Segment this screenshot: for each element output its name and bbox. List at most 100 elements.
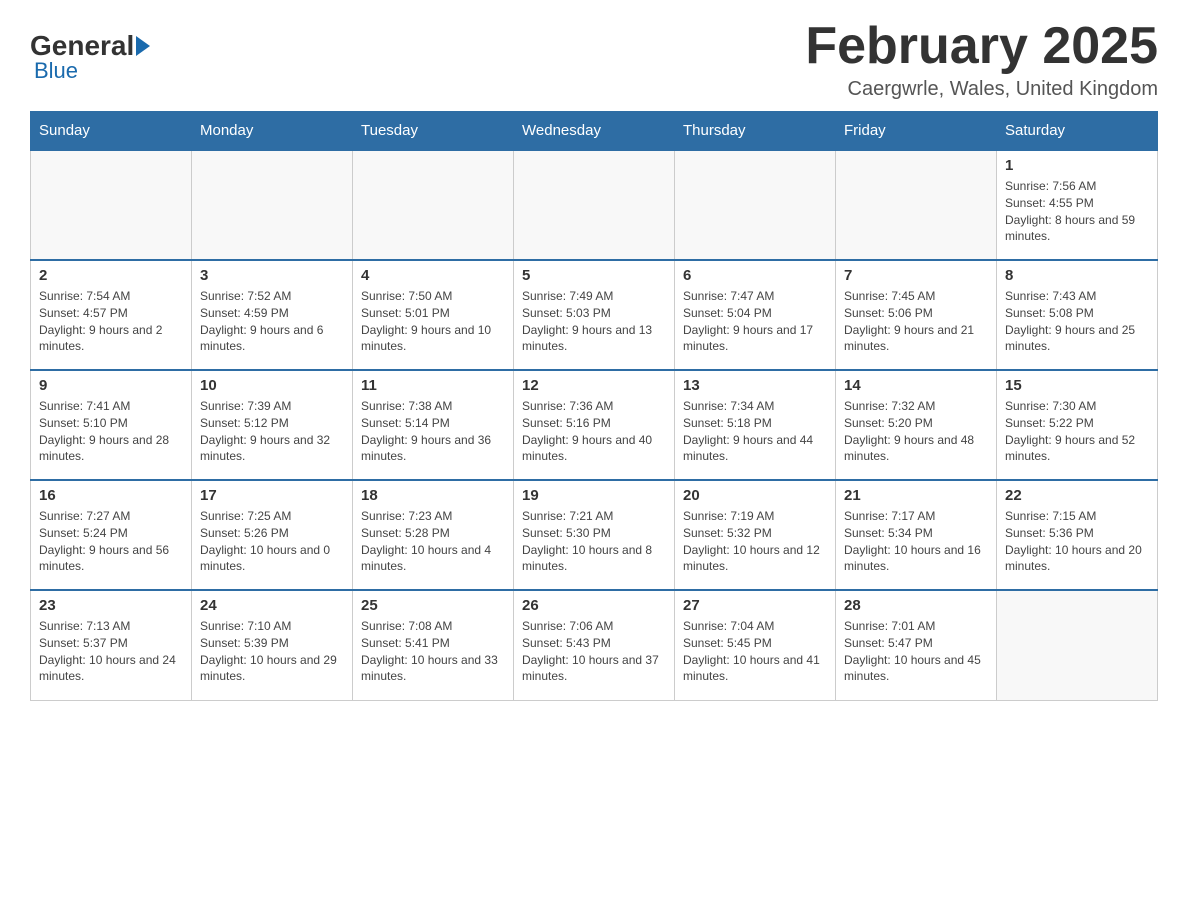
col-monday: Monday <box>192 112 353 151</box>
calendar-cell: 9 Sunrise: 7:41 AMSunset: 5:10 PMDaylight… <box>31 370 192 480</box>
day-info: Sunrise: 7:15 AMSunset: 5:36 PMDaylight:… <box>1005 508 1149 575</box>
day-number: 14 <box>844 377 988 394</box>
calendar-cell <box>675 150 836 260</box>
day-number: 22 <box>1005 487 1149 504</box>
day-info: Sunrise: 7:50 AMSunset: 5:01 PMDaylight:… <box>361 288 505 355</box>
day-info: Sunrise: 7:08 AMSunset: 5:41 PMDaylight:… <box>361 618 505 685</box>
day-info: Sunrise: 7:52 AMSunset: 4:59 PMDaylight:… <box>200 288 344 355</box>
day-info: Sunrise: 7:41 AMSunset: 5:10 PMDaylight:… <box>39 398 183 465</box>
calendar-cell: 17 Sunrise: 7:25 AMSunset: 5:26 PMDayligh… <box>192 480 353 590</box>
title-section: February 2025 Caergwrle, Wales, United K… <box>805 20 1158 101</box>
calendar-cell: 24Sunrise: 7:10 AMSunset: 5:39 PMDayligh… <box>192 590 353 700</box>
calendar-cell: 22 Sunrise: 7:15 AMSunset: 5:36 PMDayligh… <box>997 480 1158 590</box>
logo: General Blue <box>30 30 152 84</box>
day-number: 28 <box>844 597 988 614</box>
week-row-2: 2 Sunrise: 7:54 AMSunset: 4:57 PMDaylight… <box>31 260 1158 370</box>
day-number: 17 <box>200 487 344 504</box>
day-info: Sunrise: 7:36 AMSunset: 5:16 PMDaylight:… <box>522 398 666 465</box>
day-number: 4 <box>361 267 505 284</box>
logo-blue: Blue <box>34 58 78 83</box>
day-info: Sunrise: 7:39 AMSunset: 5:12 PMDaylight:… <box>200 398 344 465</box>
page-header: General Blue February 2025 Caergwrle, Wa… <box>30 20 1158 101</box>
day-info: Sunrise: 7:13 AMSunset: 5:37 PMDaylight:… <box>39 618 183 685</box>
calendar-cell: 15 Sunrise: 7:30 AMSunset: 5:22 PMDayligh… <box>997 370 1158 480</box>
day-info: Sunrise: 7:49 AMSunset: 5:03 PMDaylight:… <box>522 288 666 355</box>
col-wednesday: Wednesday <box>514 112 675 151</box>
day-number: 26 <box>522 597 666 614</box>
day-info: Sunrise: 7:21 AMSunset: 5:30 PMDaylight:… <box>522 508 666 575</box>
day-info: Sunrise: 7:27 AMSunset: 5:24 PMDaylight:… <box>39 508 183 575</box>
day-info: Sunrise: 7:54 AMSunset: 4:57 PMDaylight:… <box>39 288 183 355</box>
day-number: 5 <box>522 267 666 284</box>
day-number: 11 <box>361 377 505 394</box>
day-number: 16 <box>39 487 183 504</box>
col-tuesday: Tuesday <box>353 112 514 151</box>
calendar-cell: 8 Sunrise: 7:43 AMSunset: 5:08 PMDaylight… <box>997 260 1158 370</box>
day-info: Sunrise: 7:45 AMSunset: 5:06 PMDaylight:… <box>844 288 988 355</box>
day-info: Sunrise: 7:47 AMSunset: 5:04 PMDaylight:… <box>683 288 827 355</box>
calendar-cell: 16 Sunrise: 7:27 AMSunset: 5:24 PMDayligh… <box>31 480 192 590</box>
day-info: Sunrise: 7:25 AMSunset: 5:26 PMDaylight:… <box>200 508 344 575</box>
calendar-cell: 28 Sunrise: 7:01 AMSunset: 5:47 PMDayligh… <box>836 590 997 700</box>
day-info: Sunrise: 7:32 AMSunset: 5:20 PMDaylight:… <box>844 398 988 465</box>
col-friday: Friday <box>836 112 997 151</box>
calendar-cell: 10Sunrise: 7:39 AMSunset: 5:12 PMDayligh… <box>192 370 353 480</box>
calendar-cell: 5 Sunrise: 7:49 AMSunset: 5:03 PMDaylight… <box>514 260 675 370</box>
day-number: 27 <box>683 597 827 614</box>
calendar-cell: 6 Sunrise: 7:47 AMSunset: 5:04 PMDaylight… <box>675 260 836 370</box>
day-number: 20 <box>683 487 827 504</box>
day-number: 7 <box>844 267 988 284</box>
calendar-cell <box>836 150 997 260</box>
day-info: Sunrise: 7:19 AMSunset: 5:32 PMDaylight:… <box>683 508 827 575</box>
calendar-cell <box>514 150 675 260</box>
week-row-3: 9 Sunrise: 7:41 AMSunset: 5:10 PMDaylight… <box>31 370 1158 480</box>
day-number: 19 <box>522 487 666 504</box>
day-info: Sunrise: 7:23 AMSunset: 5:28 PMDaylight:… <box>361 508 505 575</box>
week-row-4: 16 Sunrise: 7:27 AMSunset: 5:24 PMDayligh… <box>31 480 1158 590</box>
month-title: February 2025 <box>805 20 1158 72</box>
day-info: Sunrise: 7:34 AMSunset: 5:18 PMDaylight:… <box>683 398 827 465</box>
day-number: 18 <box>361 487 505 504</box>
week-row-5: 23 Sunrise: 7:13 AMSunset: 5:37 PMDayligh… <box>31 590 1158 700</box>
calendar-cell: 19 Sunrise: 7:21 AMSunset: 5:30 PMDayligh… <box>514 480 675 590</box>
day-info: Sunrise: 7:56 AMSunset: 4:55 PMDaylight:… <box>1005 178 1149 245</box>
calendar-cell: 27 Sunrise: 7:04 AMSunset: 5:45 PMDayligh… <box>675 590 836 700</box>
day-info: Sunrise: 7:43 AMSunset: 5:08 PMDaylight:… <box>1005 288 1149 355</box>
calendar-cell <box>353 150 514 260</box>
day-info: Sunrise: 7:17 AMSunset: 5:34 PMDaylight:… <box>844 508 988 575</box>
day-info: Sunrise: 7:30 AMSunset: 5:22 PMDaylight:… <box>1005 398 1149 465</box>
calendar-table: Sunday Monday Tuesday Wednesday Thursday… <box>30 111 1158 701</box>
calendar-cell: 12Sunrise: 7:36 AMSunset: 5:16 PMDayligh… <box>514 370 675 480</box>
col-sunday: Sunday <box>31 112 192 151</box>
calendar-cell: 13 Sunrise: 7:34 AMSunset: 5:18 PMDayligh… <box>675 370 836 480</box>
calendar-cell <box>192 150 353 260</box>
day-info: Sunrise: 7:04 AMSunset: 5:45 PMDaylight:… <box>683 618 827 685</box>
calendar-cell: 25 Sunrise: 7:08 AMSunset: 5:41 PMDayligh… <box>353 590 514 700</box>
calendar-header-row: Sunday Monday Tuesday Wednesday Thursday… <box>31 112 1158 151</box>
day-number: 2 <box>39 267 183 284</box>
day-number: 8 <box>1005 267 1149 284</box>
calendar-cell: 26Sunrise: 7:06 AMSunset: 5:43 PMDayligh… <box>514 590 675 700</box>
calendar-cell: 2 Sunrise: 7:54 AMSunset: 4:57 PMDaylight… <box>31 260 192 370</box>
calendar-cell: 7 Sunrise: 7:45 AMSunset: 5:06 PMDaylight… <box>836 260 997 370</box>
calendar-cell: 11Sunrise: 7:38 AMSunset: 5:14 PMDayligh… <box>353 370 514 480</box>
logo-arrow-icon <box>136 36 150 56</box>
day-number: 24 <box>200 597 344 614</box>
calendar-cell <box>31 150 192 260</box>
day-number: 23 <box>39 597 183 614</box>
calendar-cell: 1Sunrise: 7:56 AMSunset: 4:55 PMDaylight… <box>997 150 1158 260</box>
day-number: 15 <box>1005 377 1149 394</box>
col-thursday: Thursday <box>675 112 836 151</box>
day-number: 6 <box>683 267 827 284</box>
calendar-cell: 23 Sunrise: 7:13 AMSunset: 5:37 PMDayligh… <box>31 590 192 700</box>
day-info: Sunrise: 7:01 AMSunset: 5:47 PMDaylight:… <box>844 618 988 685</box>
calendar-cell: 4 Sunrise: 7:50 AMSunset: 5:01 PMDaylight… <box>353 260 514 370</box>
calendar-cell: 14 Sunrise: 7:32 AMSunset: 5:20 PMDayligh… <box>836 370 997 480</box>
calendar-cell: 3 Sunrise: 7:52 AMSunset: 4:59 PMDaylight… <box>192 260 353 370</box>
day-number: 3 <box>200 267 344 284</box>
col-saturday: Saturday <box>997 112 1158 151</box>
day-number: 25 <box>361 597 505 614</box>
calendar-cell: 20 Sunrise: 7:19 AMSunset: 5:32 PMDayligh… <box>675 480 836 590</box>
day-number: 13 <box>683 377 827 394</box>
day-number: 9 <box>39 377 183 394</box>
